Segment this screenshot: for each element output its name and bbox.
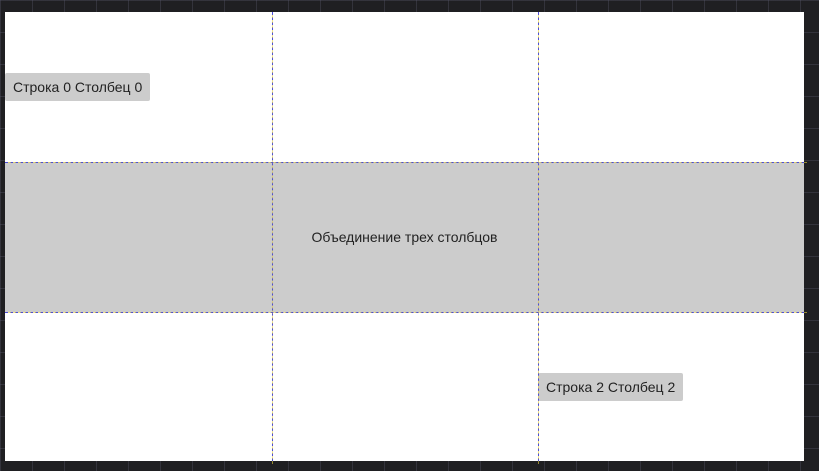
grid-item-row1-span3-label: Объединение трех столбцов bbox=[311, 229, 498, 245]
grid-item-row1-span3[interactable]: Объединение трех столбцов bbox=[5, 162, 804, 312]
grid-item-row2-col2[interactable]: Строка 2 Столбец 2 bbox=[538, 372, 684, 401]
grid-column-line-2 bbox=[538, 12, 539, 461]
grid-row-line-1 bbox=[5, 162, 804, 163]
grid-item-row0-col0[interactable]: Строка 0 Столбец 0 bbox=[5, 73, 151, 101]
grid-column-line-1 bbox=[272, 12, 273, 461]
grid-layout-canvas: Строка 0 Столбец 0 Объединение трех стол… bbox=[5, 12, 804, 461]
grid-row-line-2 bbox=[5, 312, 804, 313]
